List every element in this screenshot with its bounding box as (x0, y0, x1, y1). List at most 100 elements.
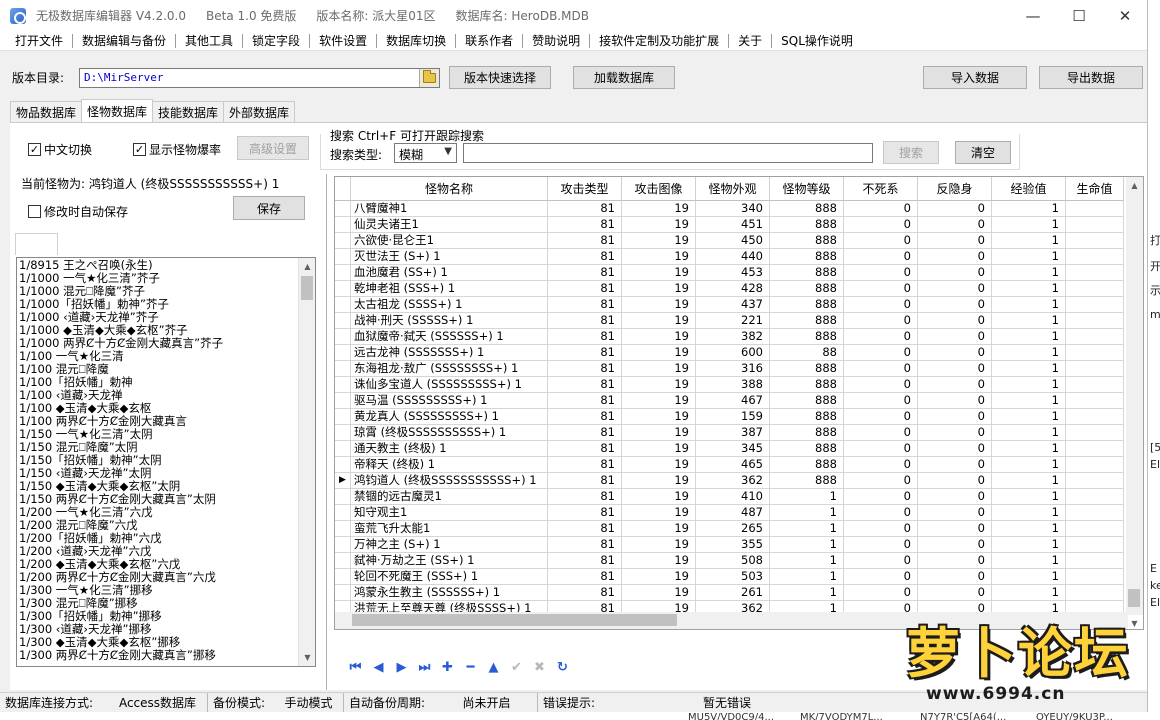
table-cell[interactable]: 888 (770, 473, 844, 489)
tab-skill-database[interactable]: 技能数据库 (152, 101, 225, 122)
list-item[interactable]: 1/200 混元⎕降魔”六戊 (19, 519, 299, 532)
list-item[interactable]: 1/1000 ◆玉清◆大乘◆玄枢”芥子 (19, 324, 299, 337)
table-row[interactable]: 六欲使·昆仑王1 81 19 450 888 0 0 1 (335, 233, 1124, 249)
table-cell[interactable]: 0 (844, 233, 918, 249)
table-cell[interactable]: 888 (770, 457, 844, 473)
table-cell[interactable]: 黄龙真人 (SSSSSSSSS+) 1 (351, 409, 548, 425)
table-cell[interactable]: 81 (548, 521, 622, 537)
list-item[interactable]: 1/300 ◆玉清◆大乘◆玄枢”挪移 (19, 636, 299, 649)
table-cell[interactable] (1066, 521, 1124, 537)
first-record-icon[interactable]: ⏮ (344, 657, 367, 677)
scroll-thumb[interactable] (301, 276, 313, 300)
table-cell[interactable]: 1 (770, 505, 844, 521)
list-item[interactable]: 1/300「招妖幡」勅神”挪移 (19, 610, 299, 623)
table-cell[interactable]: 888 (770, 297, 844, 313)
column-header[interactable]: 怪物外观 (696, 177, 770, 201)
quick-select-button[interactable]: 版本快速选择 (449, 66, 551, 89)
table-cell[interactable]: 81 (548, 473, 622, 489)
table-cell[interactable]: 19 (622, 265, 696, 281)
menu-sponsor[interactable]: 赞助说明 (525, 32, 587, 49)
table-cell[interactable] (1066, 361, 1124, 377)
table-row[interactable]: 远古龙神 (SSSSSSS+) 1 81 19 600 88 0 0 1 (335, 345, 1124, 361)
table-cell[interactable]: 888 (770, 249, 844, 265)
list-item[interactable]: 1/300 一气★化三清”挪移 (19, 584, 299, 597)
table-cell[interactable]: 888 (770, 201, 844, 217)
table-cell[interactable]: 0 (844, 569, 918, 585)
table-cell[interactable] (1066, 265, 1124, 281)
table-cell[interactable]: 1 (992, 409, 1066, 425)
table-cell[interactable]: 888 (770, 281, 844, 297)
menu-sql-help[interactable]: SQL操作说明 (774, 32, 860, 49)
table-cell[interactable]: 362 (696, 473, 770, 489)
browse-folder-button[interactable] (419, 69, 439, 87)
table-cell[interactable]: 0 (918, 425, 992, 441)
table-cell[interactable]: 0 (918, 249, 992, 265)
table-row[interactable]: 战神·刑天 (SSSSS+) 1 81 19 221 888 0 0 1 (335, 313, 1124, 329)
table-cell[interactable]: 八臂魔神1 (351, 201, 548, 217)
table-cell[interactable]: 81 (548, 505, 622, 521)
table-cell[interactable]: 888 (770, 313, 844, 329)
table-cell[interactable]: 19 (622, 201, 696, 217)
table-cell[interactable]: 0 (918, 361, 992, 377)
prior-record-icon[interactable]: ◀ (367, 657, 390, 677)
table-cell[interactable]: 0 (844, 409, 918, 425)
table-cell[interactable]: 0 (844, 281, 918, 297)
list-item[interactable]: 1/200 两界Ȼ十方Ȼ金刚大藏真言”六戊 (19, 571, 299, 584)
table-cell[interactable]: 1 (770, 569, 844, 585)
table-cell[interactable] (1066, 393, 1124, 409)
table-cell[interactable]: 0 (918, 281, 992, 297)
table-cell[interactable]: 888 (770, 265, 844, 281)
table-cell[interactable]: 19 (622, 409, 696, 425)
menu-lock-fields[interactable]: 锁定字段 (245, 32, 307, 49)
table-cell[interactable]: 81 (548, 537, 622, 553)
table-cell[interactable]: 81 (548, 297, 622, 313)
table-cell[interactable]: 知守观主1 (351, 505, 548, 521)
table-cell[interactable]: 0 (918, 297, 992, 313)
table-cell[interactable]: 1 (770, 585, 844, 601)
table-cell[interactable]: 0 (844, 265, 918, 281)
clear-button[interactable]: 清空 (955, 141, 1011, 164)
table-cell[interactable]: 316 (696, 361, 770, 377)
table-cell[interactable]: 血池魔君 (SS+) 1 (351, 265, 548, 281)
table-cell[interactable]: 81 (548, 457, 622, 473)
table-cell[interactable]: 81 (548, 425, 622, 441)
table-cell[interactable]: 1 (992, 585, 1066, 601)
table-cell[interactable]: 888 (770, 233, 844, 249)
table-cell[interactable]: 467 (696, 393, 770, 409)
table-cell[interactable]: 六欲使·昆仑王1 (351, 233, 548, 249)
table-row[interactable]: 通天教主 (终极) 1 81 19 345 888 0 0 1 (335, 441, 1124, 457)
table-cell[interactable]: 265 (696, 521, 770, 537)
list-item[interactable]: 1/200 ‹道藏›天龙禅”六戊 (19, 545, 299, 558)
table-cell[interactable]: 1 (992, 345, 1066, 361)
table-row[interactable]: 鸿蒙永生教主 (SSSSSS+) 1 81 19 261 1 0 0 1 (335, 585, 1124, 601)
table-cell[interactable] (1066, 297, 1124, 313)
table-cell[interactable]: 0 (918, 521, 992, 537)
table-row[interactable]: 仙灵夫诸王1 81 19 451 888 0 0 1 (335, 217, 1124, 233)
table-cell[interactable]: 81 (548, 409, 622, 425)
table-cell[interactable]: 388 (696, 377, 770, 393)
table-cell[interactable]: 81 (548, 345, 622, 361)
table-cell[interactable]: 440 (696, 249, 770, 265)
table-cell[interactable] (1066, 489, 1124, 505)
table-cell[interactable]: 19 (622, 329, 696, 345)
column-header[interactable]: 反隐身 (918, 177, 992, 201)
list-item[interactable]: 1/8915 王之ぺ召唤(永生) (19, 259, 299, 272)
table-cell[interactable]: 387 (696, 425, 770, 441)
table-cell[interactable]: 1 (992, 457, 1066, 473)
table-row[interactable]: 黄龙真人 (SSSSSSSSS+) 1 81 19 159 888 0 0 1 (335, 409, 1124, 425)
version-dir-input[interactable]: D:\MirServer (79, 68, 440, 88)
menu-switch-database[interactable]: 数据库切换 (379, 32, 453, 49)
list-item[interactable]: 1/200「招妖幡」勅神”六戊 (19, 532, 299, 545)
table-cell[interactable]: 1 (770, 521, 844, 537)
table-cell[interactable]: 万神之主 (S+) 1 (351, 537, 548, 553)
menu-data-edit-backup[interactable]: 数据编辑与备份 (75, 32, 173, 49)
table-cell[interactable]: 0 (918, 217, 992, 233)
table-cell[interactable]: 0 (844, 249, 918, 265)
column-header[interactable]: 怪物名称 (351, 177, 548, 201)
table-cell[interactable]: 81 (548, 217, 622, 233)
table-cell[interactable]: 0 (918, 233, 992, 249)
column-header[interactable]: 不死系 (844, 177, 918, 201)
list-item[interactable]: 1/150 ‹道藏›天龙禅”太阴 (19, 467, 299, 480)
list-item[interactable]: 1/100 混元⎕降魔 (19, 363, 299, 376)
list-item[interactable]: 1/200 一气★化三清”六戊 (19, 506, 299, 519)
